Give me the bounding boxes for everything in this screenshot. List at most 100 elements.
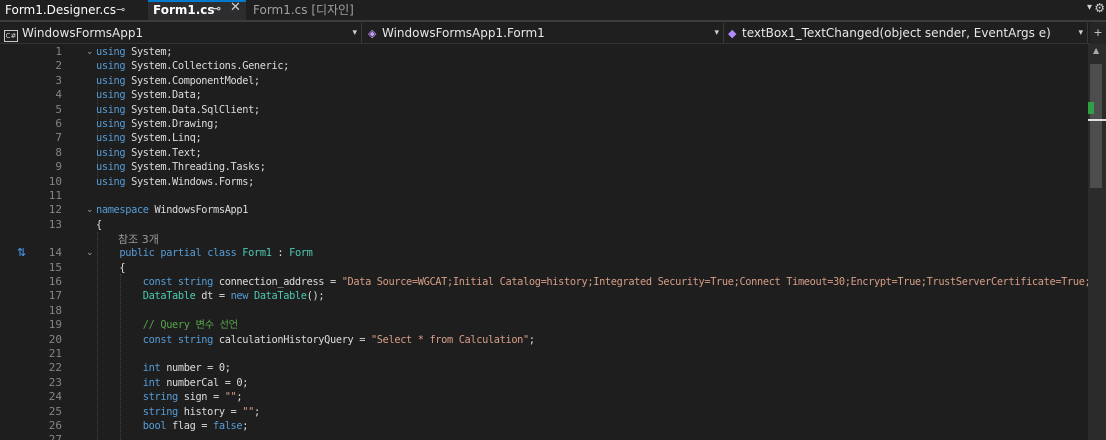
line-number: 26 (48, 419, 62, 432)
code-text: using System.Threading.Tasks; (96, 160, 266, 174)
chevron-down-icon: ▾ (352, 28, 357, 38)
keyword-token: using (96, 146, 126, 159)
class-name: WindowsFormsApp1.Form1 (382, 26, 545, 40)
split-editor-button[interactable]: + (1090, 22, 1106, 44)
codelens-references[interactable]: 참조 3개 (118, 231, 159, 247)
keyword-token: const (142, 276, 173, 288)
scroll-thumb[interactable] (1090, 64, 1102, 188)
code-line[interactable]: 22 int number = 0; (0, 361, 1088, 375)
plain-token: ; (253, 405, 260, 418)
line-number: 14 (48, 246, 62, 260)
plain-token: sign = (177, 391, 225, 404)
code-editor[interactable]: ⇅ 참조 3개 1 ⌄ using System; 2 using System.Col… (0, 44, 1088, 440)
code-line[interactable]: 17 DataTable dt = new DataTable(); (0, 289, 1088, 303)
keyword-token: using (96, 60, 126, 73)
scroll-up-icon[interactable]: ▲ (1093, 46, 1099, 55)
code-line[interactable]: 4 using System.Data; (0, 88, 1088, 102)
code-text: using System.ComponentModel; (96, 74, 260, 88)
code-text: int numberCal = 0; (96, 376, 249, 390)
plain-token: System.Threading.Tasks; (125, 161, 266, 174)
line-number: 25 (48, 404, 62, 418)
keyword-token: using (96, 161, 126, 174)
keyword-token: using (96, 132, 126, 145)
code-line[interactable]: 6 using System.Drawing; (0, 117, 1088, 131)
plain-token: System.Collections.Generic; (125, 60, 290, 73)
keyword-token: partial (160, 247, 202, 260)
line-number: 15 (48, 260, 62, 274)
fold-chevron-icon[interactable]: ⌄ (86, 246, 94, 260)
code-line[interactable]: 16 const string connection_address = "Da… (0, 275, 1088, 289)
fold-chevron-icon[interactable]: ⌄ (86, 203, 94, 217)
code-text: using System.Data.SqlClient; (96, 103, 260, 117)
code-line[interactable]: 2 using System.Collections.Generic; (0, 59, 1088, 73)
tab-form1-designer[interactable]: Form1.Designer.cs ⊸ (0, 0, 146, 20)
code-line[interactable]: 5 using System.Data.SqlClient; (0, 103, 1088, 117)
keyword-token: bool (142, 420, 167, 432)
member-name: textBox1_TextChanged(object sender, Even… (742, 26, 1051, 40)
code-line[interactable]: 10 using System.Windows.Forms; (0, 175, 1088, 189)
line-number: 13 (48, 217, 62, 231)
fold-chevron-icon[interactable]: ⌄ (86, 45, 94, 59)
plain-token: System; (125, 46, 173, 58)
change-marker (1088, 102, 1094, 114)
tab-list-dropdown-icon[interactable]: ▾ (1087, 2, 1092, 13)
project-name: WindowsFormsApp1 (22, 26, 144, 40)
code-line[interactable]: 11 (0, 189, 1088, 203)
code-line[interactable]: 3 using System.ComponentModel; (0, 74, 1088, 88)
keyword-token: new (230, 290, 249, 303)
class-dropdown[interactable]: ◈ WindowsFormsApp1.Form1 ▾ (364, 23, 724, 43)
string-token: "" (242, 405, 254, 418)
line-number: 9 (55, 160, 62, 174)
plain-token: history = (177, 405, 243, 418)
tab-label: Form1.Designer.cs (5, 3, 116, 17)
tab-form1-cs[interactable]: Form1.cs ⊸ ✕ (148, 0, 246, 20)
pin-icon[interactable]: ⊸ (116, 0, 125, 20)
keyword-token: namespace (96, 204, 149, 217)
vertical-scrollbar[interactable]: ▲ (1088, 44, 1106, 440)
code-line[interactable]: 21 (0, 347, 1088, 361)
code-line[interactable]: 14 ⌄ public partial class Form1 : Form (0, 246, 1088, 260)
plain-token: ; (236, 391, 243, 404)
code-line[interactable]: 18 (0, 304, 1088, 318)
code-line[interactable]: 26 bool flag = false; (0, 419, 1088, 433)
code-line[interactable]: 19 // Query 변수 선언 (0, 318, 1088, 332)
code-line[interactable]: 1 ⌄ using System; (0, 45, 1088, 59)
project-dropdown[interactable]: C# WindowsFormsApp1 ▾ (0, 23, 362, 43)
plain-token: calculationHistoryQuery = (213, 333, 371, 346)
line-number: 23 (48, 375, 62, 389)
keyword-token: using (96, 175, 126, 188)
code-line[interactable]: 12 ⌄ namespace WindowsFormsApp1 (0, 203, 1088, 217)
tab-label: Form1.cs (153, 3, 215, 17)
keyword-token: using (96, 89, 126, 102)
member-dropdown[interactable]: ◆ textBox1_TextChanged(object sender, Eve… (726, 23, 1088, 43)
keyword-token: int (142, 362, 161, 375)
code-line[interactable]: 25 string history = ""; (0, 405, 1088, 419)
gear-icon[interactable]: ⚙ (1094, 1, 1105, 15)
line-number: 2 (55, 59, 62, 73)
code-line[interactable]: 13 { (0, 218, 1088, 232)
code-line[interactable]: 8 using System.Text; (0, 146, 1088, 160)
keyword-token: int (142, 376, 161, 389)
code-line[interactable]: 9 using System.Threading.Tasks; (0, 160, 1088, 174)
tab-form1-design[interactable]: Form1.cs [디자인] (248, 0, 358, 20)
plain-token: numberCal = 0; (160, 376, 249, 389)
code-text: // Query 변수 선언 (96, 318, 238, 332)
code-line[interactable]: 27 (0, 433, 1088, 440)
code-text: int number = 0; (96, 361, 231, 375)
code-text: using System.Data; (96, 88, 202, 102)
code-line[interactable]: 20 const string calculationHistoryQuery … (0, 333, 1088, 347)
close-icon[interactable]: ✕ (230, 0, 241, 16)
code-line[interactable]: 23 int numberCal = 0; (0, 376, 1088, 390)
plain-token: { (96, 261, 126, 274)
code-line[interactable]: 7 using System.Linq; (0, 131, 1088, 145)
code-line[interactable]: 24 string sign = ""; (0, 390, 1088, 404)
pin-icon[interactable]: ⊸ (212, 1, 221, 17)
code-line[interactable]: 15 { (0, 261, 1088, 275)
code-text: using System.Drawing; (96, 117, 219, 131)
comment-token: // Query 변수 선언 (142, 319, 238, 332)
